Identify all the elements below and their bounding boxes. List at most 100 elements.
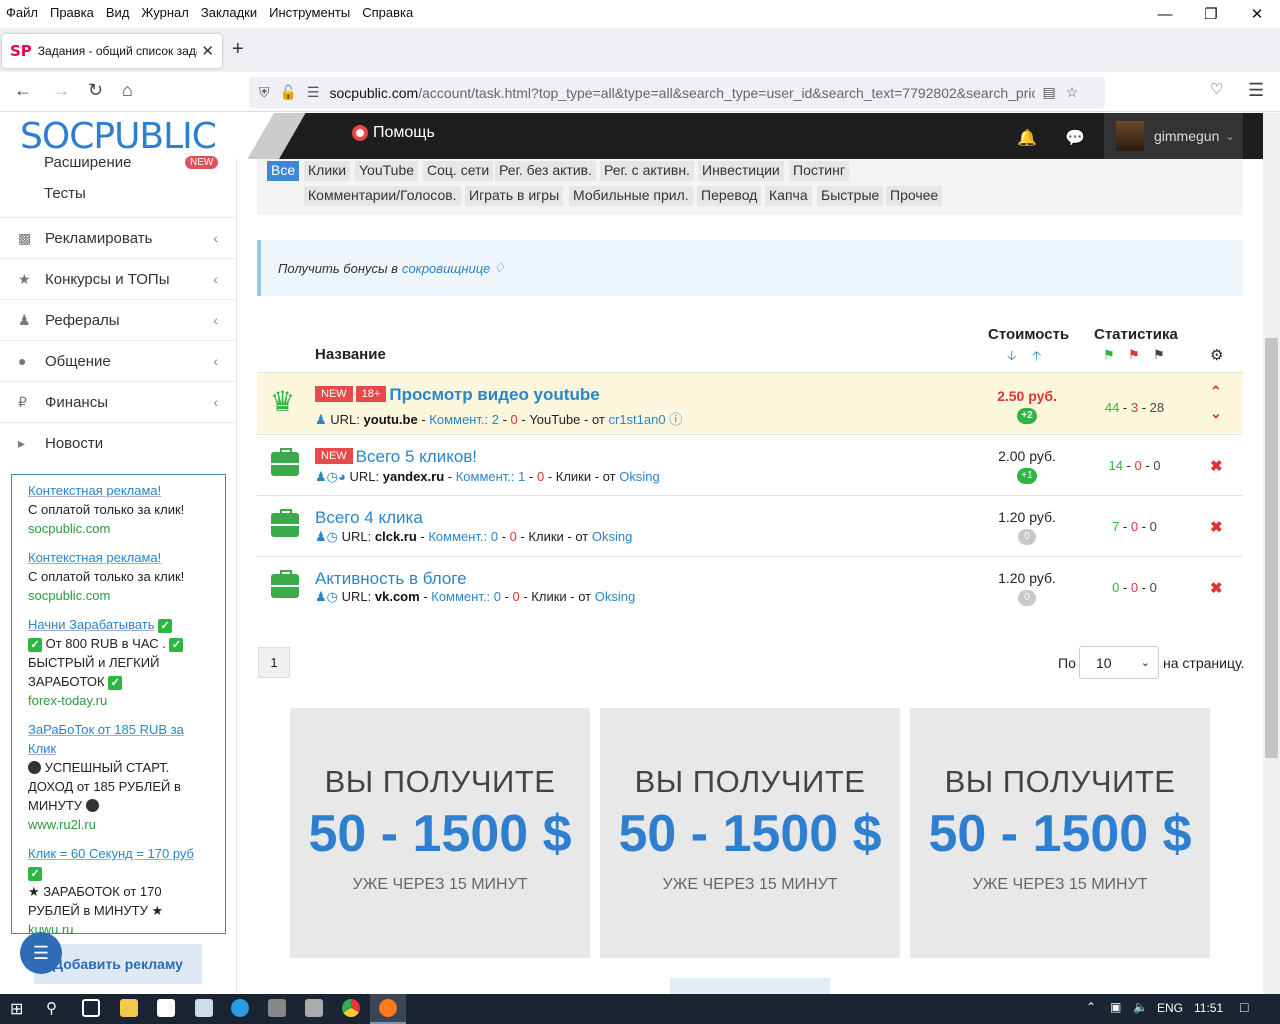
menu-file[interactable]: Файл [0,5,44,20]
clock[interactable]: 11:51 [1194,1001,1223,1015]
chrome-icon[interactable] [342,999,360,1017]
cat-clicks[interactable]: Клики [304,161,351,181]
task-title[interactable]: Всего 4 клика [315,508,423,527]
edge-icon[interactable] [231,999,249,1017]
calculator-icon[interactable] [268,999,286,1017]
ad-item[interactable]: Клик = 60 Секунд = 170 руб ✓ ★ ЗАРАБОТОК… [28,844,209,939]
ad-banner[interactable]: ВЫ ПОЛУЧИТЕ 50 - 1500 $ УЖЕ ЧЕРЕЗ 15 МИНУТ [600,708,900,958]
bell-icon[interactable]: 🔔 [1017,128,1037,148]
forward-icon[interactable]: → [52,80,70,101]
author-link[interactable]: Oksing [592,529,632,544]
per-page-select[interactable]: 10 ⌄ [1079,646,1159,679]
chat-icon[interactable]: 💬 [1065,128,1085,148]
cat-mobile[interactable]: Мобильные прил. [569,186,693,206]
sidebar-item-communication[interactable]: ● Общение ‹ [0,340,236,381]
network-icon[interactable]: ▣ [1110,1000,1121,1014]
url-text[interactable]: socpublic.com/account/task.html?top_type… [330,85,1035,101]
cat-all[interactable]: Все [267,161,300,181]
ad-item[interactable]: Начни Зарабатывать ✓ ✓ От 800 RUB в ЧАС … [28,615,209,710]
chat-bubble-icon[interactable]: ☰ [20,932,62,974]
menu-view[interactable]: Вид [100,5,136,20]
sidebar-item-news[interactable]: ▸ Новости [0,422,236,463]
notepad-icon[interactable] [195,999,213,1017]
home-icon[interactable]: ⌂ [122,80,133,101]
paint-icon[interactable] [305,999,323,1017]
tab-close-icon[interactable]: ✕ [201,42,214,60]
volume-icon[interactable]: 🔈 [1133,1000,1148,1014]
reader-view-icon[interactable]: ▤ [1043,84,1056,101]
move-up-icon[interactable]: ⌃ [1210,383,1222,400]
address-bar[interactable]: ⛨ 🔓 ☰ socpublic.com/account/task.html?to… [249,77,1105,108]
menu-bookmarks[interactable]: Закладки [195,5,263,20]
cat-reg-no-activity[interactable]: Рег. без актив. [495,161,596,181]
menu-help[interactable]: Справка [356,5,419,20]
move-down-icon[interactable]: ⌄ [1210,405,1222,422]
restore-icon[interactable]: ❐ [1188,0,1234,28]
hide-task-icon[interactable]: ✖ [1210,579,1223,597]
permissions-icon[interactable]: ☰ [307,84,320,101]
cat-transfer[interactable]: Перевод [697,186,762,206]
author-link[interactable]: Oksing [619,469,659,484]
cat-fast[interactable]: Быстрые [817,186,884,206]
cat-other[interactable]: Прочее [886,186,943,206]
cat-youtube[interactable]: YouTube [355,161,419,181]
cat-social[interactable]: Соц. сети [423,161,494,181]
sort-down-icon[interactable]: 🡣 [1007,347,1016,369]
back-icon[interactable]: ← [14,80,32,101]
close-window-icon[interactable]: ✕ [1234,0,1280,28]
sidebar-item-finance[interactable]: ₽ Финансы ‹ [0,381,236,422]
site-logo[interactable]: SOCPUBLIC [0,113,236,159]
page-button[interactable]: 1 [258,647,290,678]
tray-chevron-icon[interactable]: ⌃ [1086,1000,1096,1014]
scrollbar-thumb[interactable] [1265,338,1278,758]
language-indicator[interactable]: ENG [1157,1001,1183,1015]
sidebar-item-referrals[interactable]: ♟ Рефералы ‹ [0,299,236,340]
cat-captcha[interactable]: Капча [765,186,812,206]
file-explorer-icon[interactable] [120,999,138,1017]
notification-icon[interactable]: □ [1240,999,1248,1015]
ad-item[interactable]: Контекстная реклама! С оплатой только за… [28,548,209,605]
hide-task-icon[interactable]: ✖ [1210,518,1223,536]
author-link[interactable]: cr1st1an0 [609,412,666,427]
help-link[interactable]: Помощь [352,124,435,142]
hamburger-menu-icon[interactable]: ☰ [1248,80,1264,101]
task-title[interactable]: Всего 5 кликов! [356,447,477,466]
sidebar-subitem-tests[interactable]: Тесты [44,185,86,202]
insecure-lock-icon[interactable]: 🔓 [280,84,297,101]
menu-tools[interactable]: Инструменты [263,5,356,20]
new-tab-icon[interactable]: + [232,38,244,61]
task-view-icon[interactable] [82,999,100,1017]
sidebar-item-contests[interactable]: ★ Конкурсы и ТОПы ‹ [0,258,236,299]
menu-edit[interactable]: Правка [44,5,100,20]
user-menu[interactable]: gimmegun ⌄ [1104,113,1243,159]
cat-reg-activity[interactable]: Рег. с активн. [600,161,694,181]
sidebar-item-advertise[interactable]: ▩ Рекламировать ‹ [0,217,236,258]
sort-up-icon[interactable]: 🡡 [1032,347,1041,369]
reload-icon[interactable]: ↻ [88,80,103,101]
ad-banner[interactable]: ВЫ ПОЛУЧИТЕ 50 - 1500 $ УЖЕ ЧЕРЕЗ 15 МИНУТ [910,708,1210,958]
menu-history[interactable]: Журнал [135,5,194,20]
shield-icon[interactable]: ⛨ [259,84,270,101]
settings-gears-icon[interactable]: ⚙ [1210,346,1223,364]
ad-item[interactable]: ЗаРаБоТок от 185 RUB за Клик УСПЕШНЫЙ СТ… [28,720,209,834]
bookmark-star-icon[interactable]: ☆ [1066,84,1079,101]
minimize-icon[interactable]: — [1142,0,1188,28]
firefox-icon[interactable] [379,999,397,1017]
cat-games[interactable]: Играть в игры [465,186,564,206]
treasury-link[interactable]: сокровищнице [402,261,490,276]
author-link[interactable]: Oksing [595,589,635,604]
browser-tab[interactable]: SP Задания - общий список заданий ✕ [2,34,222,68]
ad-banner[interactable]: ВЫ ПОЛУЧИТЕ 50 - 1500 $ УЖЕ ЧЕРЕЗ 15 МИНУТ [290,708,590,958]
ad-item[interactable]: Контекстная реклама! С оплатой только за… [28,481,209,538]
search-icon[interactable]: ⚲ [46,999,57,1017]
cat-posting[interactable]: Постинг [789,161,849,181]
hide-task-icon[interactable]: ✖ [1210,457,1223,475]
task-title[interactable]: Просмотр видео youtube [389,385,599,404]
sidebar-subitem-extension[interactable]: Расширение [44,154,131,171]
store-icon[interactable] [157,999,175,1017]
cat-investments[interactable]: Инвестиции [698,161,784,181]
cat-comments[interactable]: Комментарии/Голосов. [304,186,461,206]
pocket-icon[interactable]: ♡ [1210,80,1223,98]
task-title[interactable]: Активность в блоге [315,569,467,588]
windows-start-icon[interactable]: ⊞ [10,999,23,1019]
